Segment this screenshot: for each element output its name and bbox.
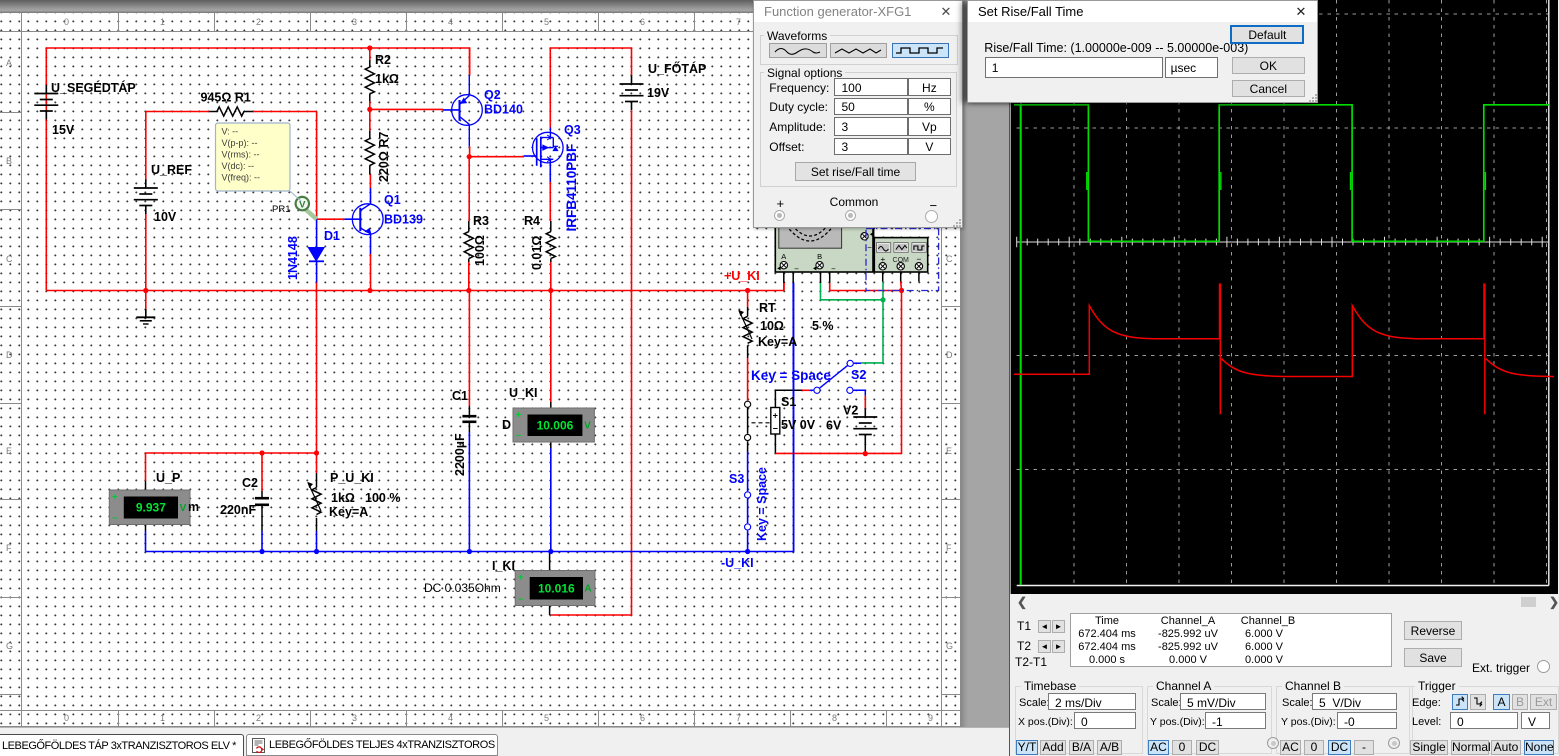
svg-text:945Ω R1: 945Ω R1 — [201, 91, 251, 105]
svg-text:I_KI: I_KI — [492, 559, 515, 573]
svg-text:Key=A: Key=A — [329, 505, 368, 519]
svg-text:−: − — [794, 265, 799, 274]
svg-text:Key = Space: Key = Space — [755, 467, 769, 541]
svg-text:+: + — [773, 411, 778, 421]
svg-text:R4: R4 — [524, 214, 540, 228]
svg-text:Key=A: Key=A — [758, 335, 797, 349]
svg-text:10V: 10V — [154, 210, 177, 224]
svg-text:1kΩ: 1kΩ — [331, 491, 355, 505]
svg-text:V: --: V: -- — [222, 127, 239, 137]
svg-text:U_REF: U_REF — [151, 163, 192, 177]
svg-text:V(dc): --: V(dc): -- — [222, 161, 255, 171]
svg-text:−: − — [773, 424, 778, 434]
svg-text:Q3: Q3 — [564, 123, 581, 137]
svg-text:PR1: PR1 — [272, 204, 290, 215]
svg-text:−: − — [516, 431, 521, 441]
svg-text:100 %: 100 % — [365, 491, 400, 505]
svg-text:V(rms): --: V(rms): -- — [222, 150, 260, 160]
svg-text:+: + — [112, 492, 117, 502]
svg-text:BD139: BD139 — [384, 213, 423, 227]
svg-text:Q1: Q1 — [384, 193, 401, 207]
svg-text:S2: S2 — [851, 368, 866, 382]
svg-text:V: V — [299, 199, 306, 210]
svg-text:1N4148: 1N4148 — [286, 236, 300, 280]
svg-text:Key = Space: Key = Space — [751, 368, 831, 383]
svg-text:D1: D1 — [324, 229, 340, 243]
svg-text:−: − — [518, 594, 523, 604]
svg-text:V(p-p): --: V(p-p): -- — [222, 138, 258, 148]
svg-text:10Ω: 10Ω — [760, 319, 784, 333]
svg-text:R3: R3 — [473, 214, 489, 228]
svg-text:5 %: 5 % — [812, 319, 834, 333]
svg-text:V(freq): --: V(freq): -- — [222, 173, 261, 183]
svg-text:D: D — [502, 418, 511, 432]
svg-text:IRFB4110PBF: IRFB4110PBF — [564, 144, 579, 232]
svg-text:220Ω R7: 220Ω R7 — [377, 132, 391, 182]
svg-text:6V: 6V — [826, 419, 842, 433]
svg-text:U_FŐTÁP: U_FŐTÁP — [648, 61, 706, 76]
svg-text:1kΩ: 1kΩ — [375, 72, 399, 86]
svg-text:5V 0V: 5V 0V — [781, 418, 816, 432]
svg-text:RT: RT — [759, 301, 776, 315]
svg-text:A: A — [781, 252, 786, 261]
svg-text:−: − — [867, 243, 872, 252]
svg-text:P_U_KI: P_U_KI — [330, 471, 374, 485]
svg-text:U_P: U_P — [156, 471, 180, 485]
svg-text:220nF: 220nF — [220, 503, 256, 517]
svg-text:DC 0.035Ohm: DC 0.035Ohm — [424, 581, 501, 595]
svg-text:+U_KI: +U_KI — [724, 269, 760, 283]
svg-text:100Ω: 100Ω — [473, 235, 487, 266]
svg-text:U_SEGÉDTÁP: U_SEGÉDTÁP — [51, 80, 136, 95]
svg-text:Q2: Q2 — [484, 88, 501, 102]
svg-text:V: V — [180, 503, 187, 514]
svg-text:−: − — [112, 513, 117, 523]
svg-text:+: + — [516, 410, 521, 420]
svg-text:0.01Ω: 0.01Ω — [530, 236, 544, 270]
svg-text:C2: C2 — [242, 476, 258, 490]
svg-text:BD140: BD140 — [484, 103, 523, 117]
svg-text:-U_KI: -U_KI — [721, 556, 754, 570]
svg-text:B: B — [817, 252, 822, 261]
svg-text:m: m — [188, 500, 199, 514]
svg-text:V2: V2 — [843, 404, 858, 418]
svg-text:−: − — [831, 265, 836, 274]
svg-text:U_KI: U_KI — [509, 386, 537, 400]
svg-text:+: + — [518, 572, 523, 582]
svg-text:R2: R2 — [375, 53, 391, 67]
svg-text:2200µF: 2200µF — [453, 433, 467, 476]
svg-text:S1: S1 — [781, 395, 796, 409]
svg-text:19V: 19V — [647, 86, 670, 100]
svg-text:A: A — [584, 584, 591, 595]
svg-text:C1: C1 — [452, 389, 468, 403]
svg-text:10.006: 10.006 — [537, 418, 574, 432]
svg-text:S3: S3 — [729, 472, 744, 486]
svg-text:V: V — [584, 421, 591, 432]
svg-text:10.016: 10.016 — [538, 581, 575, 595]
svg-text:15V: 15V — [52, 123, 75, 137]
svg-text:9.937: 9.937 — [136, 501, 166, 515]
